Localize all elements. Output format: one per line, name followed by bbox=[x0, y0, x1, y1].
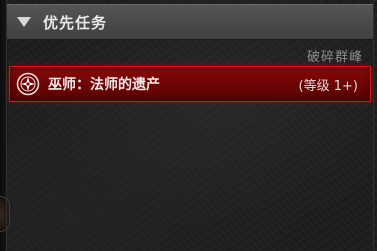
priority-quest-tracker: 优先任务 破碎群峰 巫师：法师的遗产 (等级 1+) bbox=[6, 0, 374, 251]
tracker-title: 优先任务 bbox=[43, 13, 108, 32]
quest-level: (等级 1+) bbox=[298, 78, 358, 94]
region-name: 破碎群峰 bbox=[306, 50, 363, 65]
priority-quest-icon bbox=[16, 72, 40, 96]
triangle-down-icon[interactable] bbox=[17, 17, 31, 27]
tracker-header[interactable]: 优先任务 bbox=[7, 4, 373, 40]
quest-entry[interactable]: 巫师：法师的遗产 (等级 1+) bbox=[9, 66, 371, 102]
quest-title: 巫师：法师的遗产 bbox=[48, 77, 160, 93]
